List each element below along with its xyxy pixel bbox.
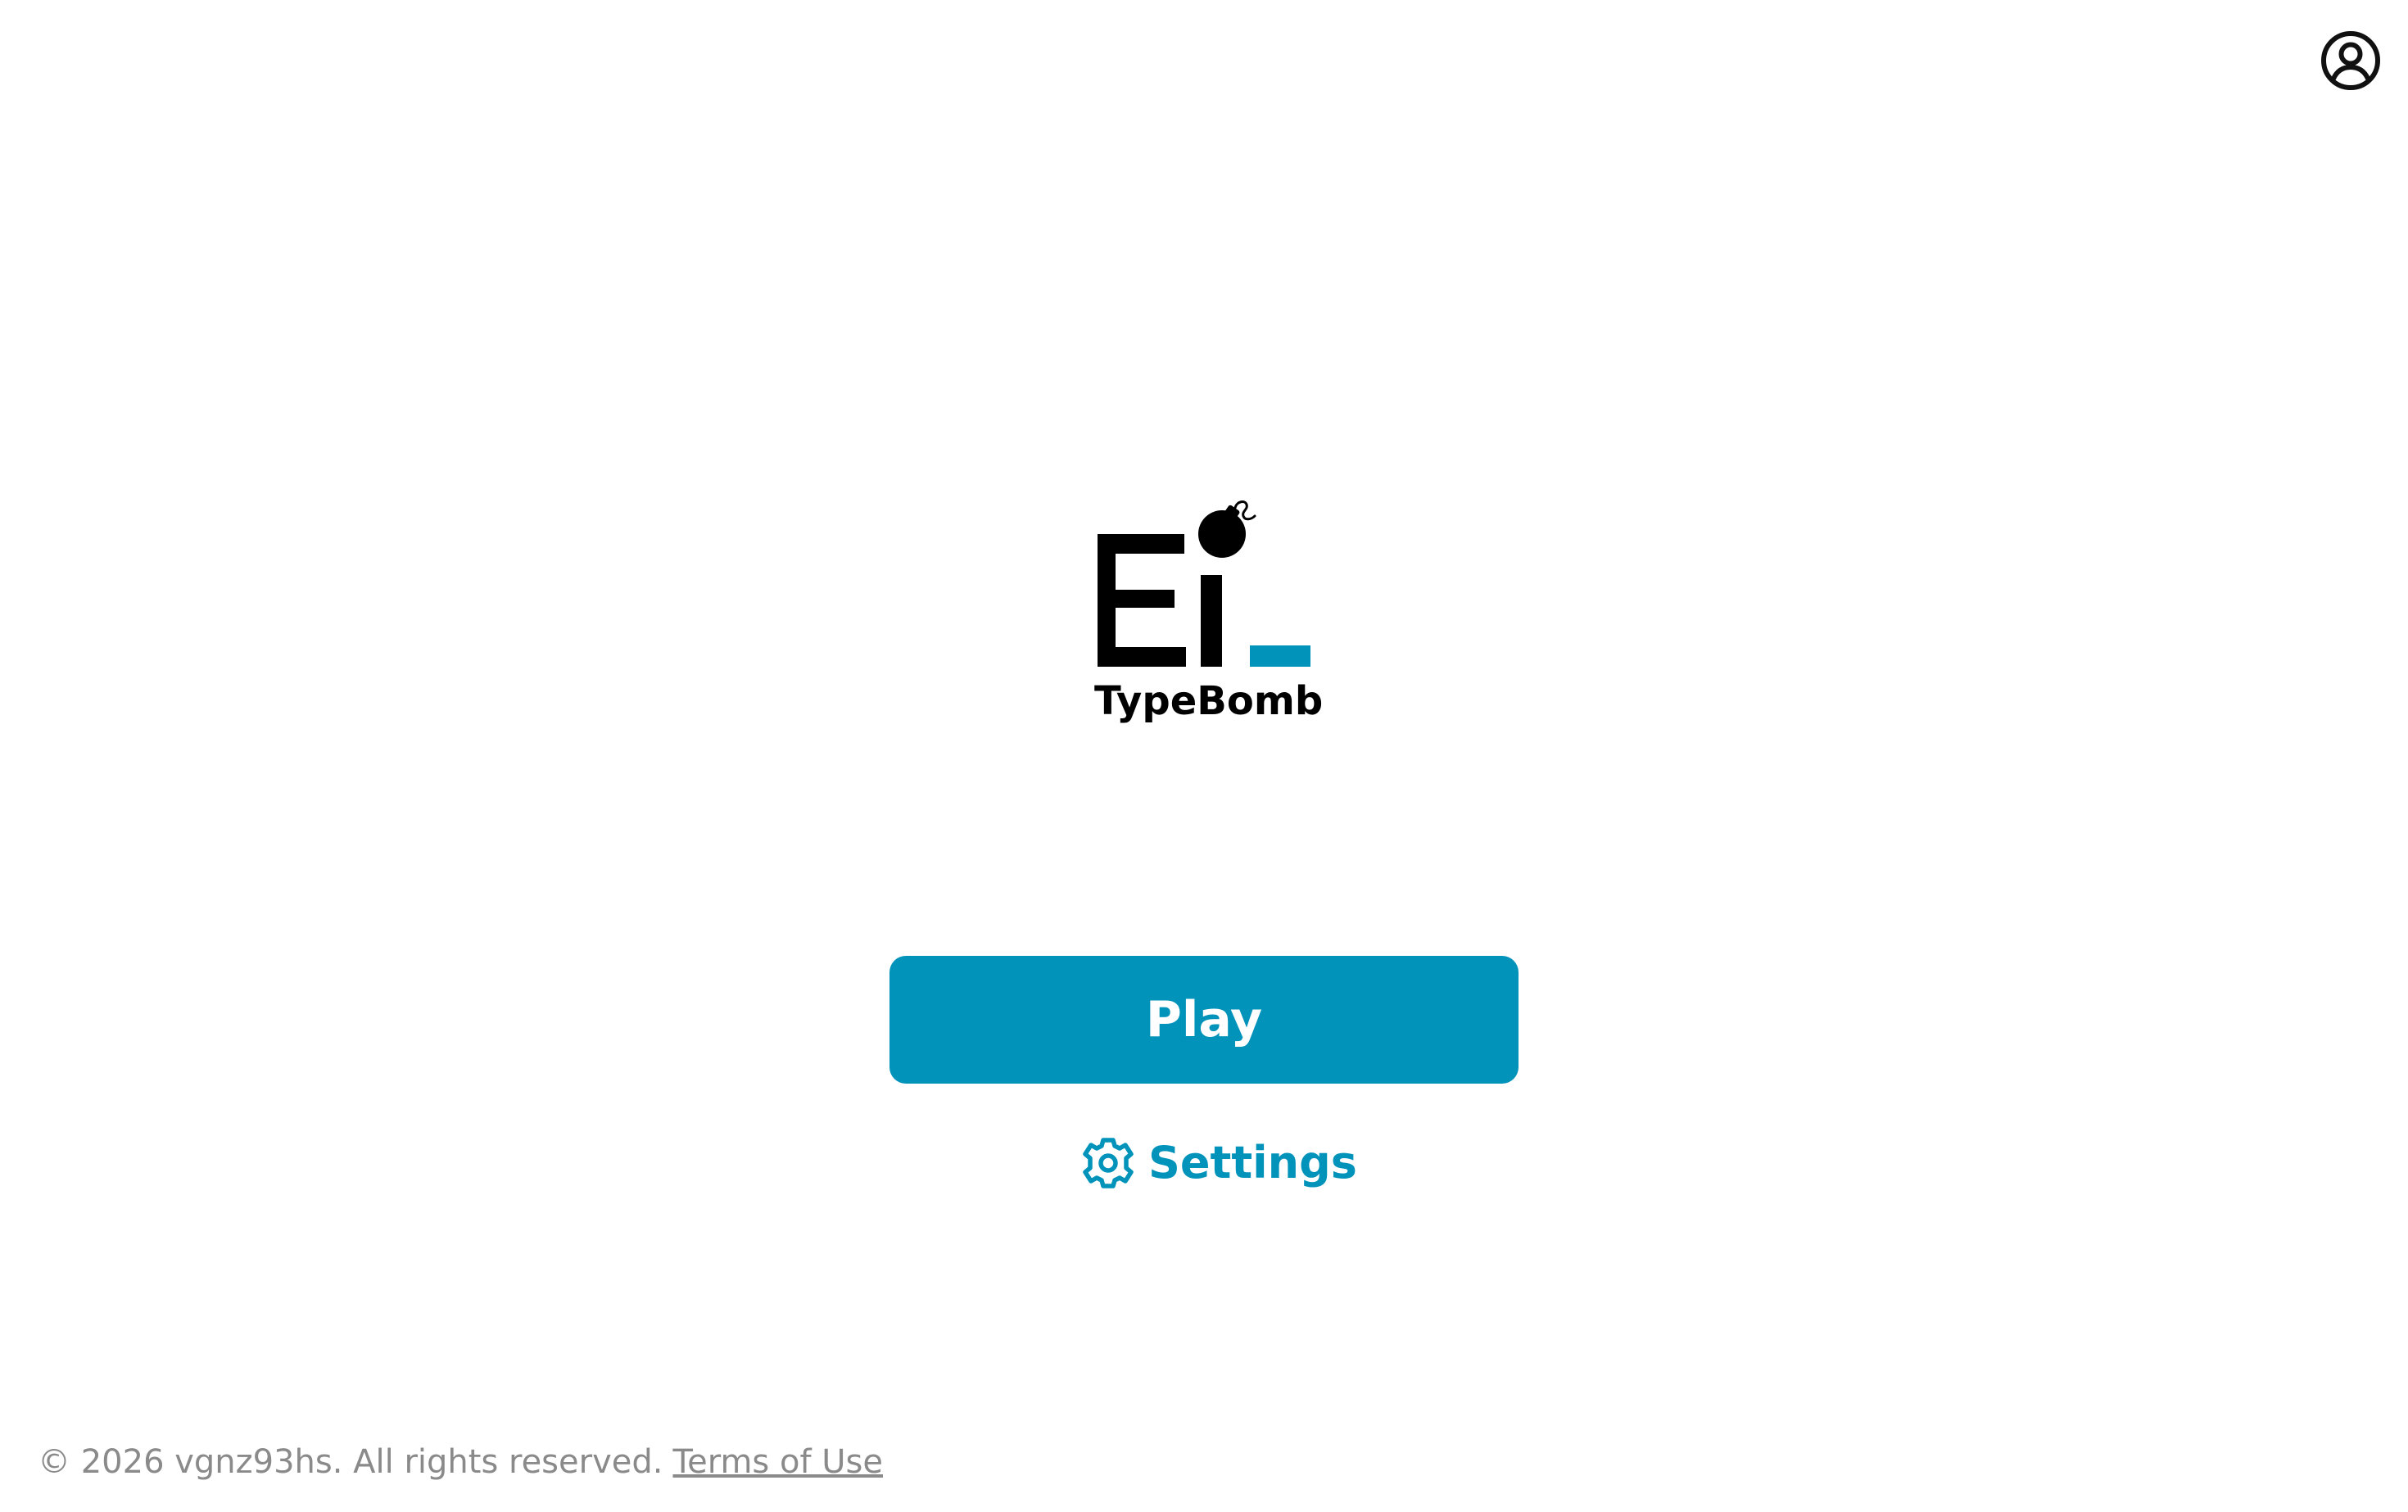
terms-of-use-link[interactable]: Terms of Use bbox=[672, 1443, 883, 1481]
play-button[interactable]: Play bbox=[889, 956, 1519, 1084]
logo-mark bbox=[1098, 500, 1310, 667]
account-button[interactable] bbox=[2320, 29, 2382, 92]
typebomb-logo: TypeBomb bbox=[1094, 500, 1324, 729]
home-screen: TypeBomb Play Settings © 2026 vgnz93hs. … bbox=[0, 0, 2408, 1512]
logo-letter-e bbox=[1098, 534, 1186, 667]
gear-icon bbox=[1081, 1136, 1135, 1190]
logo-cursor bbox=[1250, 645, 1310, 667]
logo-letter-i-stem bbox=[1201, 575, 1222, 667]
footer: © 2026 vgnz93hs. All rights reserved. Te… bbox=[38, 1442, 883, 1483]
copyright-text: © 2026 vgnz93hs. All rights reserved. bbox=[38, 1443, 663, 1481]
logo-wordmark: TypeBomb bbox=[1094, 678, 1324, 724]
settings-label: Settings bbox=[1148, 1137, 1357, 1188]
bomb-icon bbox=[1198, 500, 1256, 558]
user-circle-icon bbox=[2321, 31, 2380, 90]
settings-button[interactable]: Settings bbox=[1081, 1134, 1357, 1193]
